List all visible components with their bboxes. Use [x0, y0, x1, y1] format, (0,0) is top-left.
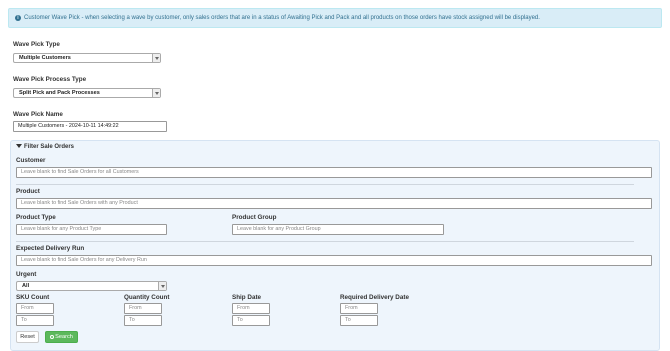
chevron-down-icon — [152, 54, 160, 62]
sku-count-to-input[interactable]: To — [16, 315, 54, 326]
chevron-down-icon — [152, 89, 160, 97]
reset-button[interactable]: Reset — [16, 331, 39, 343]
quantity-count-label: Quantity Count — [124, 294, 170, 301]
wave-pick-type-label: Wave Pick Type — [13, 41, 60, 48]
quantity-count-from-input[interactable]: From — [124, 303, 162, 314]
urgent-label: Urgent — [16, 271, 37, 278]
product-type-input[interactable]: Leave blank for any Product Type — [16, 224, 167, 235]
search-icon — [50, 335, 55, 339]
urgent-select[interactable]: All — [16, 281, 167, 291]
quantity-count-to-input[interactable]: To — [124, 315, 162, 326]
filter-title: Filter Sale Orders — [24, 144, 75, 150]
wave-pick-process-type-value: Split Pick and Pack Processes — [19, 90, 100, 96]
wave-pick-name-input[interactable]: Multiple Customers - 2024-10-11 14:49:22 — [13, 121, 167, 132]
wave-pick-name-label: Wave Pick Name — [13, 111, 63, 118]
wave-pick-process-type-select[interactable]: Split Pick and Pack Processes — [13, 88, 161, 98]
ship-date-label: Ship Date — [232, 294, 262, 301]
product-input[interactable]: Leave blank to find Sale Orders with any… — [16, 198, 652, 209]
sku-count-from-input[interactable]: From — [16, 303, 54, 314]
delivery-run-input[interactable]: Leave blank to find Sale Orders for any … — [16, 255, 652, 266]
urgent-value: All — [22, 283, 30, 289]
chevron-down-icon — [158, 282, 166, 290]
divider — [16, 241, 634, 242]
info-alert: i Customer Wave Pick - when selecting a … — [8, 8, 662, 28]
info-icon: i — [15, 15, 21, 21]
search-button-label: Search — [55, 334, 73, 340]
product-label: Product — [16, 188, 40, 195]
customer-label: Customer — [16, 157, 46, 164]
delivery-run-label: Expected Delivery Run — [16, 245, 85, 252]
product-group-label: Product Group — [232, 214, 277, 221]
ship-date-to-input[interactable]: To — [232, 315, 270, 326]
required-delivery-date-from-input[interactable]: From — [340, 303, 378, 314]
required-delivery-date-to-input[interactable]: To — [340, 315, 378, 326]
ship-date-from-input[interactable]: From — [232, 303, 270, 314]
required-delivery-date-label: Required Delivery Date — [340, 294, 409, 301]
divider — [16, 184, 634, 185]
filter-icon — [16, 144, 22, 148]
product-group-input[interactable]: Leave blank for any Product Group — [232, 224, 444, 235]
search-button[interactable]: Search — [45, 331, 78, 343]
customer-input[interactable]: Leave blank to find Sale Orders for all … — [16, 167, 652, 178]
wave-pick-type-value: Multiple Customers — [19, 55, 71, 61]
sku-count-label: SKU Count — [16, 294, 50, 301]
wave-pick-process-type-label: Wave Pick Process Type — [13, 76, 87, 83]
wave-pick-type-select[interactable]: Multiple Customers — [13, 53, 161, 63]
alert-text: Customer Wave Pick - when selecting a wa… — [24, 15, 540, 21]
product-type-label: Product Type — [16, 214, 56, 221]
